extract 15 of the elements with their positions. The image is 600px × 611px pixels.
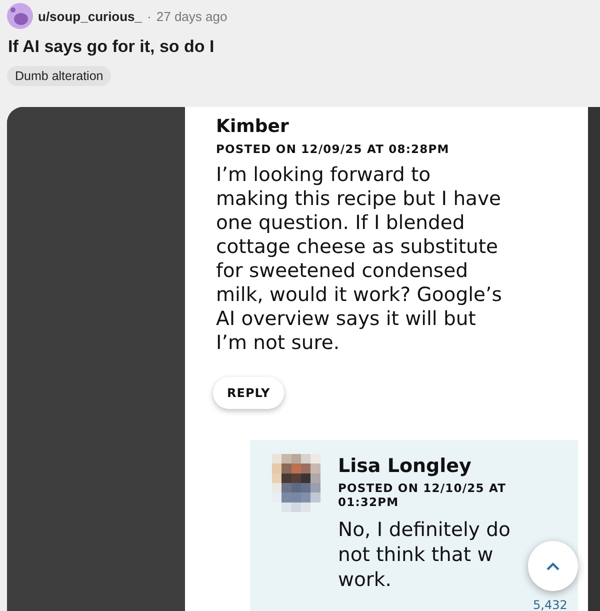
post-title: If AI says go for it, so do I [8,37,216,57]
reply-date: POSTED ON 12/10/25 AT 01:32PM [338,481,508,509]
separator-dot: · [147,8,152,24]
username-link[interactable]: u/soup_curious_ [38,8,142,24]
comment-text: I’m looking forward to making this recipe but I have one question. If I blended cottage cheese as substitute for sweetened condensed milk, would it work? Google’s AI overview says it will but I’m not sure. [216,163,503,355]
avatar-icon[interactable] [7,3,33,29]
caret-icon [546,562,560,570]
reply-button[interactable]: REPLY [213,377,284,409]
post-age: 27 days ago [156,8,228,24]
comment-author: Kimber [216,115,290,139]
reply-text: No, I definitely do not think that w work. [338,517,510,592]
count-label: 5,432 [533,598,568,611]
comment-date: POSTED ON 12/09/25 AT 08:28PM [216,142,450,156]
flair-tag[interactable]: Dumb alteration [7,66,112,86]
reply-author: Lisa Longley [338,454,472,478]
